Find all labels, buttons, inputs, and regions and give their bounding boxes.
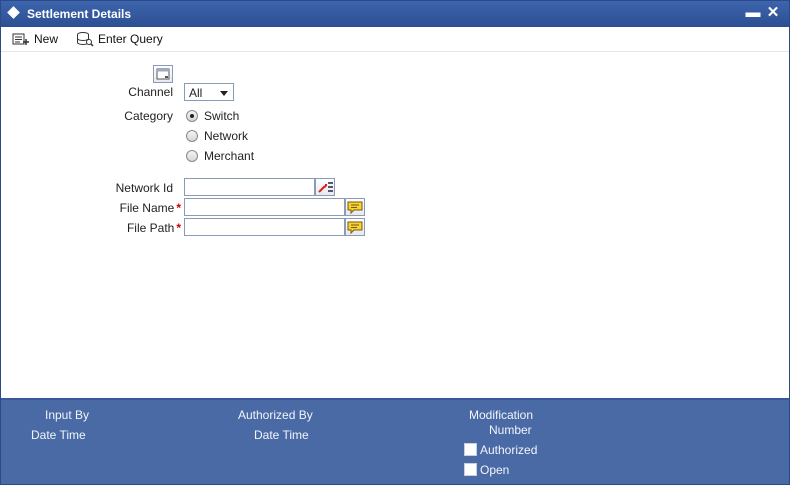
window-diamond-icon	[7, 6, 20, 19]
file-path-label-text: File Path	[126, 221, 175, 235]
file-path-label: File Path *	[127, 221, 181, 235]
network-id-input[interactable]	[184, 178, 315, 196]
category-option-merchant: Merchant	[204, 149, 255, 163]
enter-query-button[interactable]: Enter Query	[76, 30, 163, 48]
authorized-by-label: Authorized By	[238, 408, 313, 422]
modification-label: Modification	[469, 408, 534, 422]
radio-selected-icon[interactable]	[186, 110, 198, 122]
category-label: Category	[124, 109, 173, 123]
required-mark: *	[176, 221, 181, 235]
input-by-label: Input By	[45, 408, 90, 422]
file-path-comment-button[interactable]	[345, 218, 365, 236]
form-area: Channel All Category Switch Network Merc…	[1, 52, 789, 398]
input-date-time-label: Date Time	[31, 428, 86, 442]
category-option-network: Network	[204, 129, 249, 143]
open-checkbox-label: Open	[480, 463, 510, 477]
required-mark: *	[176, 201, 181, 215]
chevron-down-icon	[220, 91, 228, 96]
file-name-label-text: File Name	[119, 201, 175, 215]
new-label: New	[34, 32, 59, 46]
toolbar: New Enter Query	[1, 27, 789, 52]
channel-selected-value: All	[189, 86, 203, 100]
open-checkbox[interactable]	[464, 463, 477, 476]
settlement-details-window: Settlement Details ▬ ✕ New Enter Query C…	[0, 0, 790, 485]
modification-number-label: Number	[489, 423, 532, 437]
radio-unselected-icon[interactable]	[186, 130, 198, 142]
channel-lookup-button[interactable]	[153, 65, 173, 83]
file-name-input[interactable]	[184, 198, 345, 216]
radio-unselected-icon[interactable]	[186, 150, 198, 162]
database-query-icon	[77, 32, 94, 47]
network-id-lov-button[interactable]	[315, 178, 335, 196]
channel-select[interactable]: All	[184, 83, 234, 101]
authorized-date-time-label: Date Time	[254, 428, 309, 442]
authorized-checkbox[interactable]	[464, 443, 477, 456]
category-option-switch: Switch	[204, 109, 240, 123]
authorized-checkbox-label: Authorized	[480, 443, 538, 457]
category-radio-merchant[interactable]: Merchant	[186, 149, 254, 163]
file-name-label: File Name *	[120, 201, 181, 215]
file-path-input[interactable]	[184, 218, 345, 236]
enter-query-label: Enter Query	[98, 32, 163, 46]
category-radio-network[interactable]: Network	[186, 129, 248, 143]
category-radio-switch[interactable]: Switch	[186, 109, 239, 123]
file-name-comment-button[interactable]	[345, 198, 365, 216]
new-document-icon	[12, 33, 29, 45]
window-title: Settlement Details	[27, 7, 132, 21]
network-id-label: Network Id	[115, 181, 173, 195]
list-of-values-icon	[318, 182, 333, 193]
audit-footer: Input By Date Time Authorized By Date Ti…	[1, 398, 789, 484]
speech-bubble-icon	[347, 201, 363, 215]
channel-label: Channel	[128, 85, 173, 99]
new-button[interactable]: New	[12, 30, 58, 48]
minimize-button[interactable]: ▬	[744, 3, 762, 23]
window-lookup-icon	[156, 68, 170, 80]
title-bar: Settlement Details ▬ ✕	[1, 1, 789, 27]
close-button[interactable]: ✕	[764, 3, 782, 23]
speech-bubble-icon	[347, 221, 363, 235]
